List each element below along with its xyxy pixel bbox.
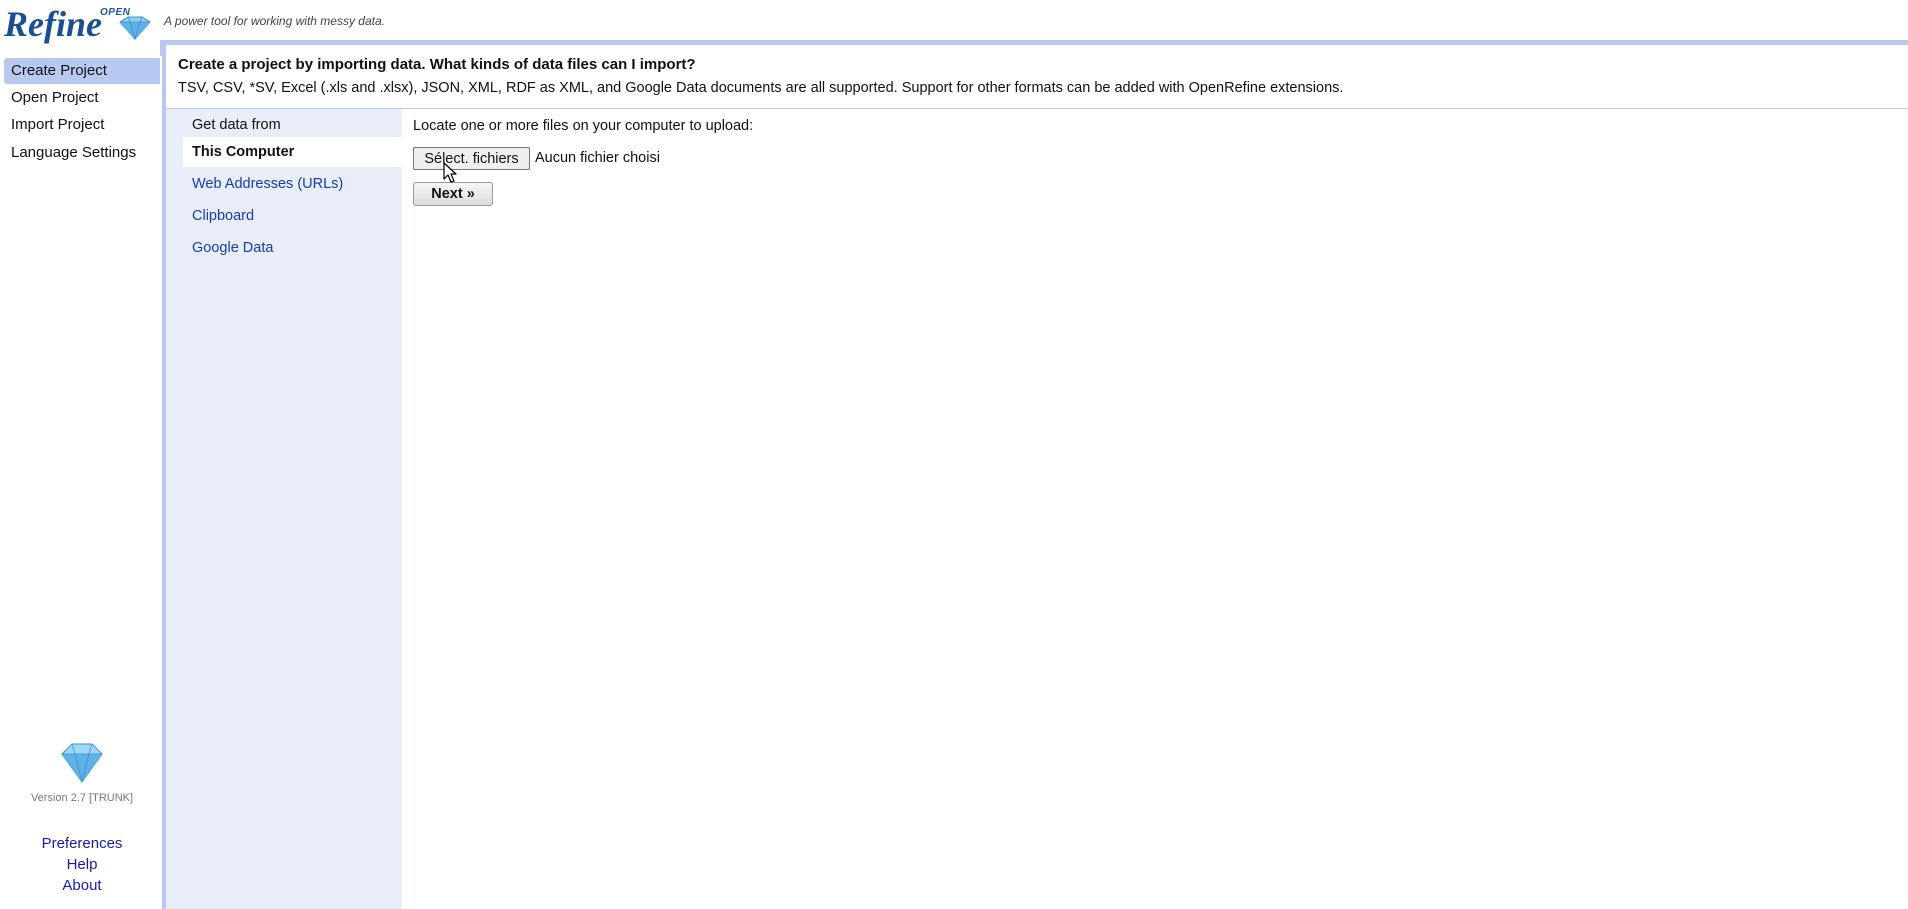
diamond-icon — [119, 16, 151, 40]
create-project-header: Create a project by importing data. What… — [166, 45, 1908, 109]
main-panel: Create a project by importing data. What… — [166, 45, 1908, 909]
openrefine-logo[interactable]: Refine OPEN — [4, 4, 152, 42]
about-link[interactable]: About — [0, 877, 164, 894]
sidebar-item-create-project[interactable]: Create Project — [4, 58, 160, 84]
tagline: A power tool for working with messy data… — [164, 14, 385, 28]
sidebar-item-import-project[interactable]: Import Project — [4, 112, 160, 138]
data-source-list: Get data from This Computer Web Addresse… — [166, 109, 402, 909]
logo-wordmark: Refine — [4, 4, 102, 44]
help-link[interactable]: Help — [0, 856, 164, 873]
source-item-this-computer[interactable]: This Computer — [183, 137, 402, 167]
sidebar-item-open-project[interactable]: Open Project — [4, 85, 160, 111]
data-source-heading: Get data from — [192, 117, 281, 133]
supported-formats-text: TSV, CSV, *SV, Excel (.xls and .xlsx), J… — [178, 80, 1344, 96]
page-title: Create a project by importing data. What… — [178, 56, 696, 73]
upload-pane: Locate one or more files on your compute… — [402, 109, 1908, 909]
version-label: Version 2.7 [TRUNK] — [30, 792, 134, 804]
preferences-link[interactable]: Preferences — [0, 835, 164, 852]
source-item-clipboard[interactable]: Clipboard — [183, 201, 402, 231]
sidebar-item-language-settings[interactable]: Language Settings — [4, 140, 160, 166]
source-item-google-data[interactable]: Google Data — [183, 233, 402, 263]
locate-files-label: Locate one or more files on your compute… — [413, 118, 754, 134]
source-item-web-addresses[interactable]: Web Addresses (URLs) — [183, 169, 402, 199]
diamond-icon — [61, 743, 103, 783]
file-status-text: Aucun fichier choisi — [535, 150, 660, 166]
app-header: Refine OPEN A power tool for working wit… — [0, 0, 1908, 42]
select-files-button[interactable]: Sélect. fichiers — [413, 147, 530, 170]
next-button[interactable]: Next » — [413, 182, 493, 206]
